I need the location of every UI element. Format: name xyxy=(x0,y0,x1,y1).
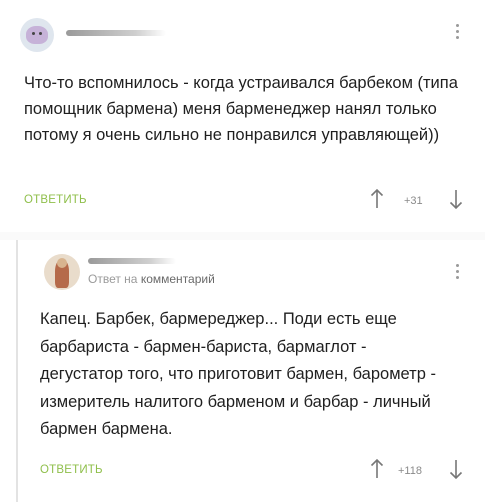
comment-rating: +31 xyxy=(404,195,423,207)
downvote-arrow-icon[interactable] xyxy=(449,188,463,210)
reply-button[interactable]: ОТВЕТИТЬ xyxy=(40,464,103,476)
user-avatar[interactable] xyxy=(44,254,80,290)
comment-text: Капец. Барбек, бармереджер... Поди есть … xyxy=(40,310,436,438)
username-blurred[interactable] xyxy=(66,30,166,36)
comment-rating: +118 xyxy=(398,465,422,477)
more-options-icon[interactable] xyxy=(456,24,460,42)
upvote-arrow-icon[interactable] xyxy=(370,458,384,480)
reply-to-label: Ответ на комментарий xyxy=(88,272,215,286)
avatar-head xyxy=(57,258,67,268)
more-options-icon[interactable] xyxy=(456,264,460,282)
comment-text: Что-то вспомнилось - когда устраивался б… xyxy=(24,74,458,144)
upvote-arrow-icon[interactable] xyxy=(370,188,384,210)
avatar-creature-icon xyxy=(26,26,48,44)
avatar-eye xyxy=(39,32,42,35)
reply-target-link[interactable]: комментарий xyxy=(141,272,215,286)
avatar-eye xyxy=(32,32,35,35)
reply-button[interactable]: ОТВЕТИТЬ xyxy=(24,194,87,206)
username-blurred[interactable] xyxy=(88,258,176,264)
reply-prefix: Ответ на xyxy=(88,272,138,286)
comment-divider xyxy=(0,232,485,240)
user-avatar[interactable] xyxy=(20,18,54,52)
comment: Что-то вспомнилось - когда устраивался б… xyxy=(0,0,485,232)
downvote-arrow-icon[interactable] xyxy=(449,458,463,480)
